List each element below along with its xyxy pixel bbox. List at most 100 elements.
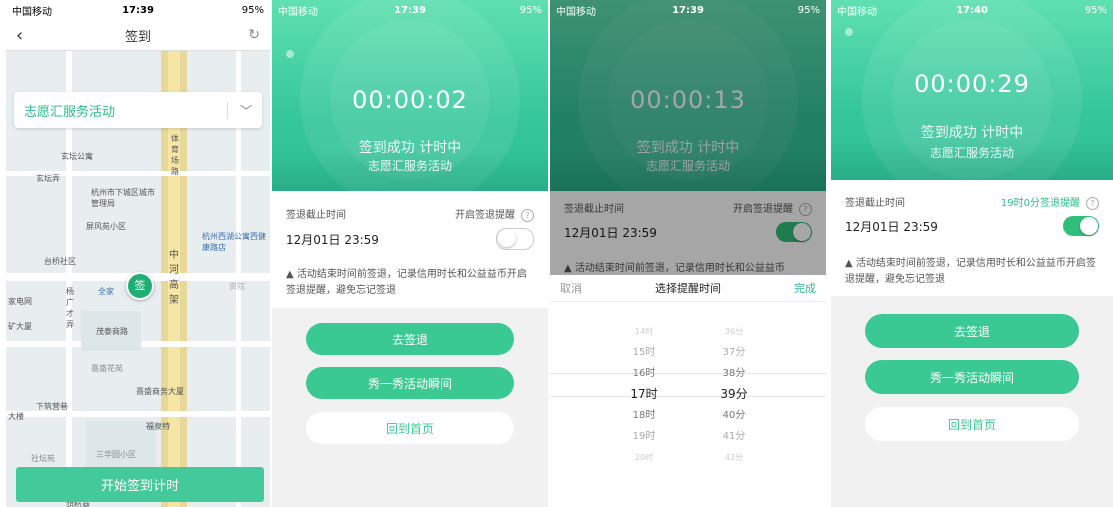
hour-option[interactable]: 18时 xyxy=(614,405,674,426)
map-label: 大楼 xyxy=(8,412,24,421)
deadline-label: 签退截止时间 xyxy=(845,198,905,209)
show-moment-button[interactable]: 秀一秀活动瞬间 xyxy=(865,360,1079,394)
map-label: 熹盛花苑 xyxy=(91,364,123,373)
modal-overlay[interactable] xyxy=(550,0,826,275)
deadline-value: 12月01日 23:59 xyxy=(286,232,379,247)
picker-title: 选择提醒时间 xyxy=(655,282,721,295)
activity-name: 志愿汇服务活动 xyxy=(929,146,1014,160)
checkin-timer-screen: 00:00:02 签到成功 计时中 志愿汇服务活动 中国移动 17:39 95%… xyxy=(272,0,548,507)
map-label: 全家 xyxy=(98,287,114,296)
clock: 17:39 xyxy=(122,4,154,16)
map-label: 屏风苑小区 xyxy=(86,222,126,231)
timer-header: 00:00:29 签到成功 计时中 志愿汇服务活动 xyxy=(831,0,1113,180)
deadline-row: 12月01日 23:59 xyxy=(286,228,534,250)
selection-band xyxy=(550,373,826,397)
elapsed-timer: 00:00:02 xyxy=(352,86,468,114)
minute-option[interactable]: 36分 xyxy=(704,321,764,342)
map-label: 茂泰商路 xyxy=(96,327,128,336)
minute-option-selected[interactable]: 39分 xyxy=(704,384,764,405)
hour-option[interactable]: 16时 xyxy=(614,363,674,384)
clock: 17:39 xyxy=(394,4,426,16)
reminder-toggle[interactable] xyxy=(496,228,534,250)
refresh-icon[interactable]: ↻ xyxy=(248,27,260,43)
help-icon[interactable]: ? xyxy=(1086,197,1099,210)
map-label: 资院 xyxy=(229,282,245,291)
home-button[interactable]: 回到首页 xyxy=(865,407,1079,441)
back-icon[interactable]: ‹ xyxy=(16,25,23,46)
hour-option[interactable]: 19时 xyxy=(614,426,674,447)
minute-option[interactable]: 41分 xyxy=(704,426,764,447)
toggle-knob xyxy=(1080,217,1098,235)
map-label: 杭州市下城区城市管理局 xyxy=(91,188,155,208)
clock: 17:40 xyxy=(956,4,988,16)
time-picker: 取消 选择提醒时间 完成 14时 15时 16时 17时 18时 19时 20时… xyxy=(550,275,826,507)
map-label: 社坛苑 xyxy=(31,454,55,463)
hour-option-selected[interactable]: 17时 xyxy=(614,384,674,405)
checkin-status: 签到成功 计时中 xyxy=(358,140,462,156)
deadline-value: 12月01日 23:59 xyxy=(845,219,938,234)
show-moment-button[interactable]: 秀一秀活动瞬间 xyxy=(306,367,514,399)
map-label: 下筑营巷 xyxy=(36,402,68,411)
map-label: 三华园小区 xyxy=(96,450,136,459)
done-button[interactable]: 完成 xyxy=(794,280,816,296)
reminder-toggle[interactable] xyxy=(1063,216,1099,236)
note-text: 活动结束时间前签退，记录信用时长和公益益币开启签退提醒，避免忘记签退 xyxy=(845,258,1096,285)
map-label: 杨广才弄 xyxy=(66,287,74,329)
deadline-header-row: 签退截止时间 开启签退提醒? xyxy=(286,206,534,222)
deadline-label: 签退截止时间 xyxy=(286,210,346,221)
activity-select-value: 志愿汇服务活动 xyxy=(24,104,116,120)
deadline-header-row: 签退截止时间 19时0分签退提醒? xyxy=(845,194,1099,210)
reminder-label: 开启签退提醒 xyxy=(455,210,515,221)
status-bar: 中国移动 17:40 95% xyxy=(831,0,1113,20)
deadline-row: 12月01日 23:59 xyxy=(845,216,1099,236)
minute-option[interactable]: 37分 xyxy=(704,342,764,363)
toggle-knob xyxy=(498,229,516,247)
reminder-label: 19时0分签退提醒 xyxy=(1000,198,1080,209)
hour-option[interactable]: 15时 xyxy=(614,342,674,363)
activity-select[interactable]: 志愿汇服务活动 ﹀ xyxy=(14,92,262,128)
checkin-timer-reminder-screen: 00:00:29 签到成功 计时中 志愿汇服务活动 中国移动 17:40 95%… xyxy=(831,0,1113,507)
location-pin-icon[interactable]: 签 xyxy=(126,272,154,300)
reminder-picker-screen: 00:00:13 签到成功 计时中 志愿汇服务活动 签退截止时间 开启签退提醒?… xyxy=(550,0,826,507)
map-label: 福泉特 xyxy=(146,422,170,431)
checkout-note: ▲ 活动结束时间前签退，记录信用时长和公益益币开启签退提醒，避免忘记签退 xyxy=(845,256,1099,288)
hour-option[interactable]: 20时 xyxy=(614,447,674,468)
minute-option[interactable]: 40分 xyxy=(704,405,764,426)
map-label: 家电网 xyxy=(8,297,32,306)
chevron-down-icon: ﹀ xyxy=(226,101,252,119)
note-text: 活动结束时间前签退，记录信用时长和公益益币开启签退提醒，避免忘记签退 xyxy=(286,269,527,296)
status-bar: 中国移动 17:39 95% xyxy=(6,0,270,20)
start-checkin-button[interactable]: 开始签到计时 xyxy=(16,467,264,502)
map-label: 中河高架 xyxy=(169,250,179,306)
status-bar: 中国移动 17:39 95% xyxy=(550,0,826,20)
hour-option[interactable]: 14时 xyxy=(614,321,674,342)
decor-dot xyxy=(845,28,853,36)
checkin-map-screen: 中国移动 17:39 95% ‹ 签到 ↻ 玄坛公寓 玄坛弄 杭州市下城区城市管… xyxy=(6,0,270,507)
activity-name: 志愿汇服务活动 xyxy=(367,159,452,173)
home-button[interactable]: 回到首页 xyxy=(306,412,514,444)
elapsed-timer: 00:00:29 xyxy=(914,70,1030,98)
map-label: 玄坛弄 xyxy=(36,174,60,183)
warning-icon: ▲ xyxy=(845,258,856,269)
map-label: 台桥社区 xyxy=(44,257,76,266)
checkin-status: 签到成功 计时中 xyxy=(920,125,1024,141)
map-label: 杭州西湖公寓西健康路店 xyxy=(202,232,266,252)
warning-icon: ▲ xyxy=(286,269,297,280)
help-icon[interactable]: ? xyxy=(521,209,534,222)
checkout-button[interactable]: 去签退 xyxy=(865,314,1079,348)
checkout-button[interactable]: 去签退 xyxy=(306,323,514,355)
map-label: 体育场路 xyxy=(171,134,179,176)
minute-option[interactable]: 42分 xyxy=(704,447,764,468)
checkout-note: ▲ 活动结束时间前签退，记录信用时长和公益益币开启签退提醒，避免忘记签退 xyxy=(286,267,534,299)
cancel-button[interactable]: 取消 xyxy=(560,280,582,296)
minute-option[interactable]: 38分 xyxy=(704,363,764,384)
map-label: 玄坛公寓 xyxy=(61,152,93,161)
page-title: 签到 xyxy=(124,29,151,45)
picker-toolbar: 取消 选择提醒时间 完成 xyxy=(550,275,826,302)
hour-wheel[interactable]: 14时 15时 16时 17时 18时 19时 20时 xyxy=(614,321,674,468)
minute-wheel[interactable]: 36分 37分 38分 39分 40分 41分 42分 xyxy=(704,321,764,468)
map-label: 矿大厦 xyxy=(8,322,32,331)
clock: 17:39 xyxy=(672,4,704,16)
nav-bar: ‹ 签到 ↻ xyxy=(6,20,270,51)
timer-header: 00:00:02 签到成功 计时中 志愿汇服务活动 xyxy=(272,0,548,191)
